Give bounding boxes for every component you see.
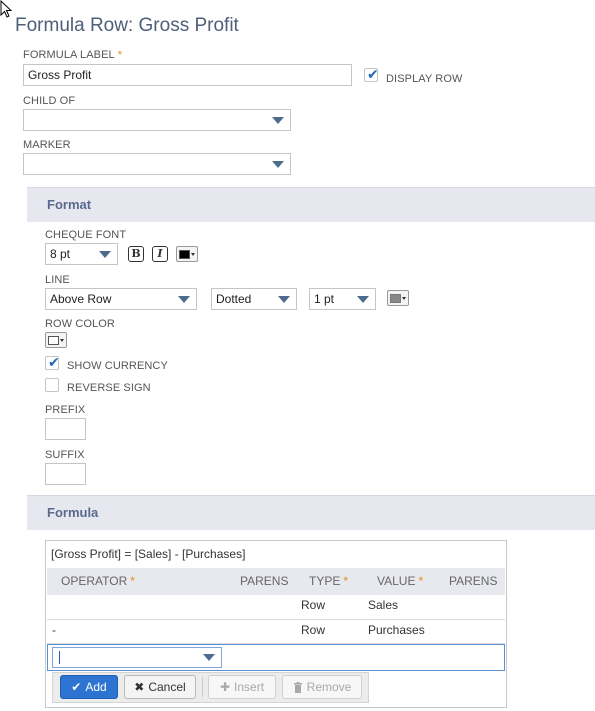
page-title: Formula Row: Gross Profit	[15, 15, 239, 36]
show-currency-label: SHOW CURRENCY	[67, 360, 168, 372]
marker-select[interactable]	[23, 153, 291, 175]
col-operator: OPERATOR *	[61, 574, 135, 588]
required-marker: *	[117, 49, 123, 61]
row-color-label: ROW COLOR	[45, 318, 115, 330]
col-parens-close: PARENS	[449, 574, 498, 588]
row-value: Sales	[368, 598, 399, 612]
reverse-sign-checkbox[interactable]	[45, 378, 59, 392]
row-color-picker[interactable]	[45, 332, 67, 348]
row-divider	[47, 619, 505, 620]
chevron-down-icon	[203, 654, 215, 661]
formula-label-input[interactable]: Gross Profit	[23, 64, 352, 86]
show-currency-checkbox[interactable]: ✔	[45, 354, 60, 370]
chevron-down-icon	[272, 117, 284, 124]
prefix-label: PREFIX	[45, 404, 86, 416]
checkmark-icon: ✔	[48, 354, 60, 370]
display-row-checkbox[interactable]: ✔	[364, 66, 379, 82]
chevron-down-icon	[60, 338, 64, 342]
formula-label-caption: FORMULA LABEL *	[23, 49, 123, 61]
chevron-down-icon	[402, 296, 406, 300]
font-color-picker[interactable]	[176, 246, 198, 262]
chevron-down-icon	[272, 161, 284, 168]
line-width-select[interactable]: 1 pt	[309, 288, 376, 310]
formula-grid: [Gross Profit] = [Sales] - [Purchases] O…	[45, 540, 507, 708]
suffix-input[interactable]	[45, 463, 86, 485]
formula-section-header[interactable]: Formula	[27, 495, 595, 530]
insert-button[interactable]: ✚ Insert	[208, 675, 276, 699]
format-section-title: Format	[47, 197, 92, 212]
remove-button[interactable]: Remove	[282, 675, 362, 699]
col-parens-open: PARENS	[240, 574, 289, 588]
cheque-font-label: CHEQUE FONT	[45, 229, 127, 241]
child-of-select[interactable]	[23, 109, 291, 131]
row-type: Row	[301, 598, 326, 612]
checkmark-icon: ✔	[367, 66, 379, 82]
prefix-input[interactable]	[45, 418, 86, 440]
bold-button[interactable]: B	[128, 246, 144, 262]
formula-expression: [Gross Profit] = [Sales] - [Purchases]	[51, 547, 246, 561]
line-style-select[interactable]: Dotted	[211, 288, 297, 310]
line-position-select[interactable]: Above Row	[45, 288, 197, 310]
format-section-header[interactable]: Format	[27, 187, 595, 222]
row-operator: -	[52, 623, 56, 637]
display-row-label: DISPLAY ROW	[386, 73, 463, 85]
line-color-picker[interactable]	[387, 290, 409, 306]
operator-select[interactable]	[52, 647, 222, 668]
chevron-down-icon	[191, 252, 195, 256]
marker-label: MARKER	[23, 139, 71, 151]
child-of-label: CHILD OF	[23, 95, 76, 107]
row-value: Purchases	[368, 623, 425, 637]
chevron-down-icon	[178, 296, 190, 303]
italic-button[interactable]: I	[152, 246, 168, 262]
line-color-swatch	[390, 293, 401, 303]
col-type: TYPE *	[309, 574, 349, 588]
chevron-down-icon	[278, 296, 290, 303]
mouse-pointer-icon	[0, 0, 13, 18]
close-icon: ✖	[134, 680, 145, 694]
reverse-sign-label: REVERSE SIGN	[67, 382, 151, 394]
button-separator	[202, 677, 203, 697]
cancel-button[interactable]: ✖ Cancel	[124, 675, 196, 699]
grid-header: OPERATOR * PARENS TYPE * VALUE * PARENS	[47, 568, 505, 595]
checkmark-icon: ✔	[71, 680, 82, 694]
plus-icon: ✚	[219, 680, 231, 694]
chevron-down-icon	[357, 296, 369, 303]
col-value: VALUE *	[377, 574, 424, 588]
formula-section-title: Formula	[47, 505, 99, 520]
chevron-down-icon	[99, 251, 111, 258]
add-button[interactable]: ✔ Add	[60, 675, 118, 699]
text-caret	[59, 651, 60, 665]
trash-icon	[293, 681, 302, 693]
font-size-select[interactable]: 8 pt	[45, 243, 118, 265]
line-label: LINE	[45, 274, 70, 286]
row-color-swatch	[48, 335, 59, 345]
suffix-label: SUFFIX	[45, 449, 85, 461]
font-color-swatch	[179, 249, 190, 259]
row-type: Row	[301, 623, 326, 637]
